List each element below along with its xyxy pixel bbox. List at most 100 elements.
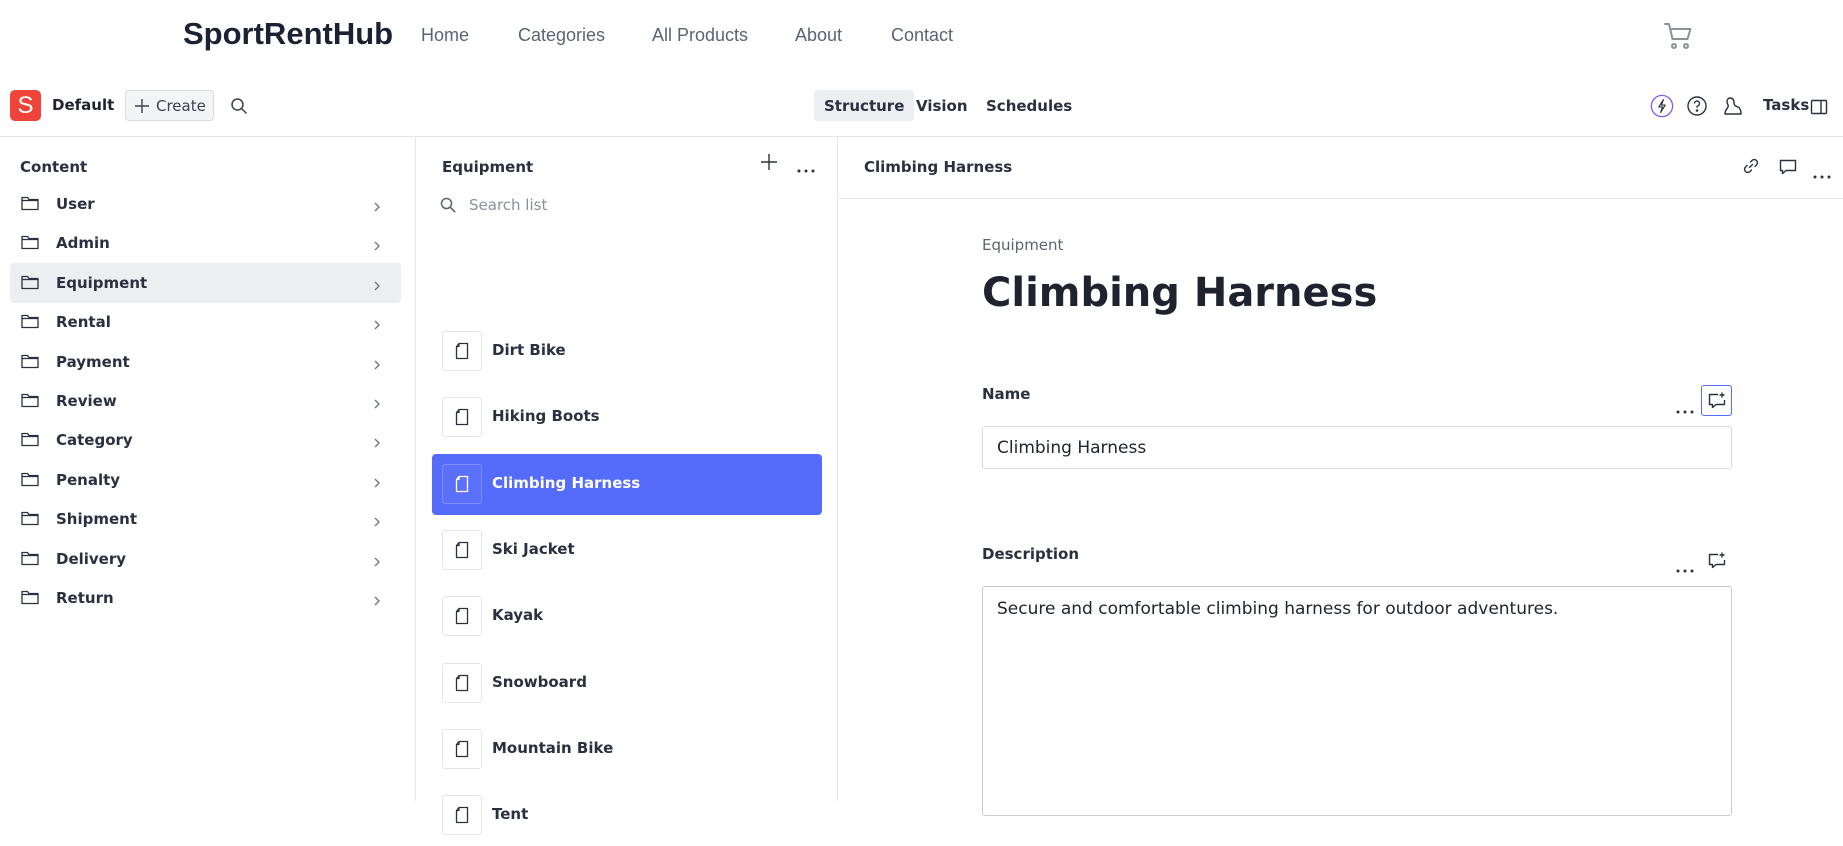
sidebar-item-label: Category [56, 431, 133, 450]
description-field[interactable]: Secure and comfortable climbing harness … [982, 586, 1732, 816]
document-header: Climbing Harness [839, 137, 1843, 199]
panel-toggle-icon[interactable] [1810, 98, 1828, 120]
list-item-hiking-boots[interactable]: Hiking Boots [432, 387, 822, 448]
list-item-dirt-bike[interactable]: Dirt Bike [432, 321, 822, 382]
sidebar-item-label: Return [56, 589, 114, 607]
tab-vision[interactable]: Vision [906, 90, 978, 121]
sidebar-item-label: Rental [56, 313, 111, 332]
sidebar-item-delivery[interactable]: Delivery [10, 539, 401, 579]
chevron-right-icon [373, 474, 381, 493]
sidebar-item-rental[interactable]: Rental [10, 302, 401, 342]
sidebar-item-equipment[interactable]: Equipment [10, 262, 401, 303]
tasks-button[interactable]: Tasks [1763, 96, 1809, 114]
nav-link-all-products[interactable]: All Products [652, 25, 748, 46]
folder-icon [21, 589, 39, 609]
folder-icon [21, 550, 39, 570]
sidebar-item-admin[interactable]: Admin [10, 223, 401, 263]
search-list-input[interactable] [467, 195, 787, 215]
sidebar-item-review[interactable]: Review [10, 381, 401, 421]
sidebar-item-penalty[interactable]: Penalty [10, 460, 401, 500]
list-item-label: Mountain Bike [492, 738, 614, 757]
folder-icon [21, 195, 39, 215]
sidebar-item-label: Penalty [56, 470, 121, 489]
list-item-kayak[interactable]: Kayak [432, 586, 822, 647]
nav-link-about[interactable]: About [795, 25, 842, 46]
description-field-menu-icon[interactable] [1676, 559, 1694, 578]
document-type-label: Equipment [982, 236, 1064, 254]
document-icon [442, 529, 482, 570]
sidebar-item-label: User [56, 195, 95, 213]
description-field-label: Description [982, 545, 1080, 563]
sidebar-item-payment[interactable]: Payment [10, 342, 401, 382]
sidebar-item-label: Admin [56, 234, 110, 253]
site-brand[interactable]: SportRentHub [183, 16, 393, 52]
list-search [439, 191, 819, 219]
folder-icon [21, 471, 39, 491]
document-icon [442, 397, 482, 438]
chevron-right-icon [373, 198, 381, 217]
list-item-label: Climbing Harness [492, 473, 641, 492]
name-add-comment-icon[interactable] [1701, 385, 1732, 416]
workspace-name[interactable]: Default [52, 96, 114, 114]
document-title: Climbing Harness [982, 270, 1378, 316]
avatar-icon[interactable] [1721, 94, 1745, 118]
nav-link-home[interactable]: Home [421, 25, 469, 46]
sidebar-item-label: Payment [56, 352, 130, 371]
list-pane-title: Equipment [442, 158, 534, 176]
chevron-right-icon [373, 356, 381, 375]
description-add-comment-icon[interactable] [1701, 545, 1732, 576]
list-item-tent[interactable]: Tent [432, 785, 822, 846]
list-item-snowboard[interactable]: Snowboard [432, 653, 822, 714]
sidebar-item-shipment[interactable]: Shipment [10, 499, 401, 539]
chevron-right-icon [373, 513, 381, 532]
list-item-label: Hiking Boots [492, 407, 600, 426]
list-item-climbing-harness[interactable]: Climbing Harness [432, 453, 822, 515]
folder-icon [21, 274, 39, 294]
sidebar-item-category[interactable]: Category [10, 420, 401, 460]
help-icon[interactable] [1685, 94, 1709, 118]
list-item-ski-jacket[interactable]: Ski Jacket [432, 520, 822, 581]
document-icon [442, 795, 482, 836]
content-pane-title: Content [20, 158, 88, 176]
sidebar-item-user[interactable]: User [10, 184, 401, 224]
list-item-label: Tent [492, 805, 529, 824]
list-item-label: Kayak [492, 606, 544, 625]
folder-icon [21, 234, 39, 254]
list-menu-icon[interactable] [797, 159, 815, 178]
comment-icon[interactable] [1778, 157, 1798, 181]
tab-structure[interactable]: Structure [814, 90, 915, 121]
name-field-menu-icon[interactable] [1676, 400, 1694, 419]
link-icon[interactable] [1742, 157, 1760, 179]
site-navbar: SportRentHub Home Categories All Product… [0, 0, 1843, 72]
document-menu-icon[interactable] [1813, 165, 1831, 184]
chevron-right-icon [373, 277, 381, 296]
add-document-icon[interactable] [760, 153, 778, 175]
plus-icon [135, 98, 149, 113]
chevron-right-icon [373, 316, 381, 335]
folder-icon [21, 510, 39, 530]
sidebar-item-label: Review [56, 392, 117, 410]
chevron-right-icon [373, 592, 381, 611]
studio-logo[interactable]: S [10, 90, 41, 121]
list-item-mountain-bike[interactable]: Mountain Bike [432, 719, 822, 780]
document-icon [442, 662, 482, 703]
create-button[interactable]: Create [125, 90, 214, 121]
sidebar-item-label: Equipment [56, 273, 148, 292]
chevron-right-icon [373, 395, 381, 414]
document-icon [442, 728, 482, 769]
tab-schedules[interactable]: Schedules [976, 90, 1082, 121]
folder-icon [21, 392, 39, 412]
name-field-label: Name [982, 385, 1031, 403]
cart-icon[interactable] [1663, 20, 1695, 52]
name-field[interactable] [982, 426, 1732, 469]
list-item-label: Ski Jacket [492, 539, 575, 558]
document-pane: Climbing Harness Equipment Climbing Harn… [839, 137, 1843, 816]
search-icon[interactable] [229, 96, 249, 116]
nav-link-contact[interactable]: Contact [891, 25, 953, 46]
folder-icon [21, 313, 39, 333]
lightning-icon[interactable] [1650, 94, 1674, 118]
sidebar-item-return[interactable]: Return [10, 578, 401, 618]
equipment-list-pane: Equipment Dirt Bike Hiking Boots Climbing … [417, 137, 838, 836]
document-icon [442, 596, 482, 637]
nav-link-categories[interactable]: Categories [518, 25, 605, 46]
